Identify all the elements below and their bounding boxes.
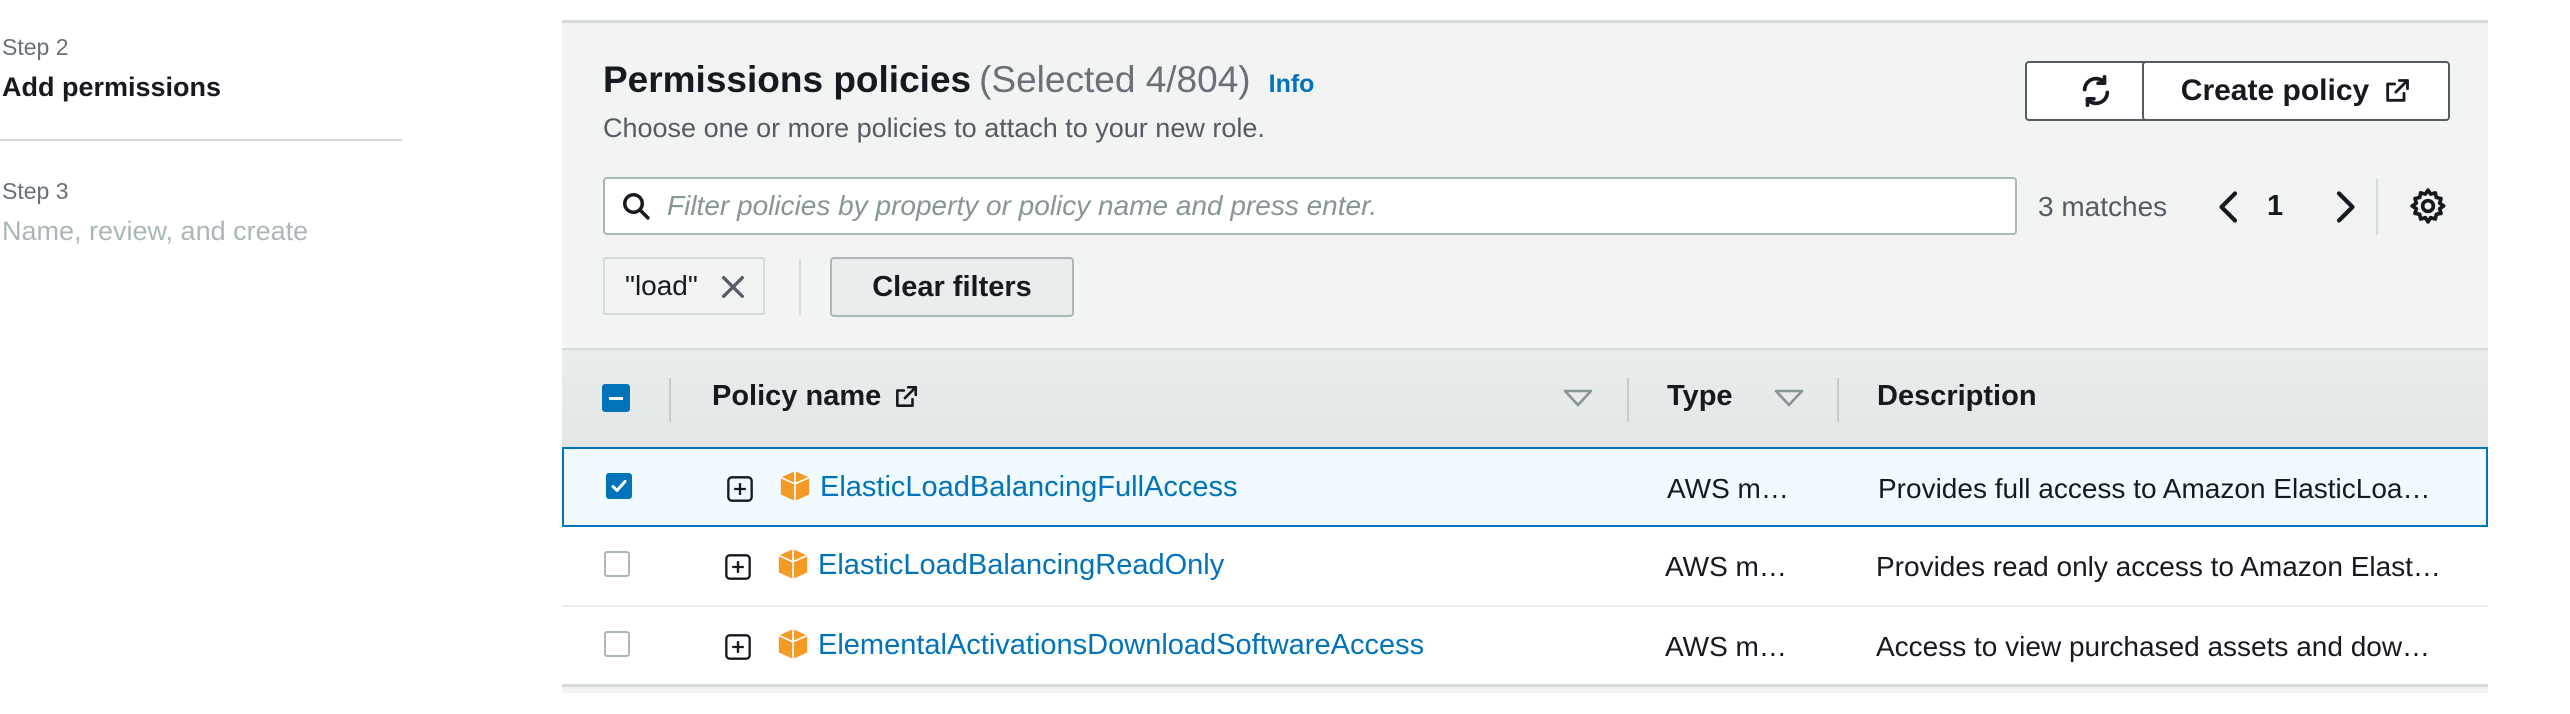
external-link-icon bbox=[896, 385, 918, 407]
chevron-right-icon[interactable] bbox=[2330, 189, 2360, 225]
table-row[interactable]: ElasticLoadBalancingFullAccess AWS m… Pr… bbox=[562, 447, 2488, 527]
search-icon bbox=[623, 193, 650, 220]
panel-title: Permissions policies (Selected 4/804) Info bbox=[603, 59, 1314, 101]
step-3-number: Step 3 bbox=[2, 178, 69, 204]
current-page[interactable]: 1 bbox=[2267, 190, 2283, 223]
info-link[interactable]: Info bbox=[1269, 70, 1315, 98]
create-policy-button[interactable]: Create policy bbox=[2142, 61, 2450, 121]
row-checkbox[interactable] bbox=[604, 631, 630, 657]
policy-filter-field[interactable] bbox=[603, 177, 2017, 235]
indeterminate-mark bbox=[609, 397, 623, 400]
expand-icon[interactable] bbox=[724, 633, 752, 661]
panel-title-text: Permissions policies bbox=[603, 59, 972, 100]
selected-count: (Selected 4/804) bbox=[979, 59, 1251, 100]
sort-icon[interactable] bbox=[1562, 386, 1594, 410]
panel-description: Choose one or more policies to attach to… bbox=[603, 113, 1265, 143]
external-link-icon bbox=[2386, 79, 2410, 102]
policy-description: Provides full access to Amazon ElasticLo… bbox=[1878, 473, 2431, 504]
expand-icon[interactable] bbox=[726, 475, 754, 503]
gear-icon[interactable] bbox=[2408, 186, 2448, 226]
row-checkbox[interactable] bbox=[606, 473, 632, 499]
row-checkbox[interactable] bbox=[604, 551, 630, 577]
column-separator bbox=[1627, 378, 1629, 422]
select-all-checkbox[interactable] bbox=[602, 384, 630, 412]
policy-description: Provides read only access to Amazon Elas… bbox=[1876, 551, 2441, 582]
sort-icon[interactable] bbox=[1773, 386, 1805, 410]
step-3-title: Name, review, and create bbox=[2, 216, 309, 246]
step-2-title[interactable]: Add permissions bbox=[2, 72, 221, 103]
refresh-icon bbox=[2082, 74, 2110, 108]
aws-managed-policy-icon bbox=[778, 629, 808, 659]
column-description-label: Description bbox=[1877, 380, 2037, 412]
aws-managed-policy-icon bbox=[778, 549, 808, 579]
policy-name-link[interactable]: ElasticLoadBalancingReadOnly bbox=[818, 549, 1224, 582]
policy-name-link[interactable]: ElasticLoadBalancingFullAccess bbox=[820, 471, 1238, 504]
column-description[interactable]: Description bbox=[1877, 380, 2037, 413]
policy-type: AWS m… bbox=[1665, 551, 1787, 582]
pager-divider bbox=[2376, 179, 2378, 235]
close-icon[interactable] bbox=[719, 273, 747, 301]
column-policy-name[interactable]: Policy name bbox=[712, 380, 919, 413]
column-policy-name-label: Policy name bbox=[712, 380, 882, 412]
policy-type: AWS m… bbox=[1665, 631, 1787, 662]
clear-filters-button[interactable]: Clear filters bbox=[830, 257, 1074, 317]
filter-divider bbox=[799, 259, 801, 315]
permissions-policies-panel: Permissions policies (Selected 4/804) Info… bbox=[562, 20, 2488, 693]
filter-token-label: "load" bbox=[625, 270, 698, 301]
column-separator bbox=[1837, 378, 1839, 422]
column-separator bbox=[669, 378, 671, 422]
column-type[interactable]: Type bbox=[1667, 380, 1733, 413]
step-2-number: Step 2 bbox=[2, 34, 69, 60]
policy-name-link[interactable]: ElementalActivationsDownloadSoftwareAcce… bbox=[818, 629, 1424, 662]
create-policy-label: Create policy bbox=[2180, 74, 2370, 107]
chevron-left-icon[interactable] bbox=[2214, 189, 2244, 225]
policy-type: AWS m… bbox=[1667, 473, 1789, 504]
policy-filter-input[interactable] bbox=[665, 189, 2009, 223]
step-divider bbox=[0, 139, 402, 141]
matches-count: 3 matches bbox=[2038, 191, 2168, 222]
checkmark-icon bbox=[611, 480, 627, 492]
table-header: Policy name Type Description bbox=[562, 348, 2488, 449]
aws-managed-policy-icon bbox=[780, 471, 810, 501]
policy-description: Access to view purchased assets and dow… bbox=[1876, 631, 2431, 662]
table-row[interactable]: ElasticLoadBalancingReadOnly AWS m… Prov… bbox=[562, 527, 2488, 607]
column-type-label: Type bbox=[1667, 380, 1733, 412]
expand-icon[interactable] bbox=[724, 553, 752, 581]
filter-token: "load" bbox=[603, 257, 765, 315]
table-row[interactable]: ElementalActivationsDownloadSoftwareAcce… bbox=[562, 607, 2488, 687]
